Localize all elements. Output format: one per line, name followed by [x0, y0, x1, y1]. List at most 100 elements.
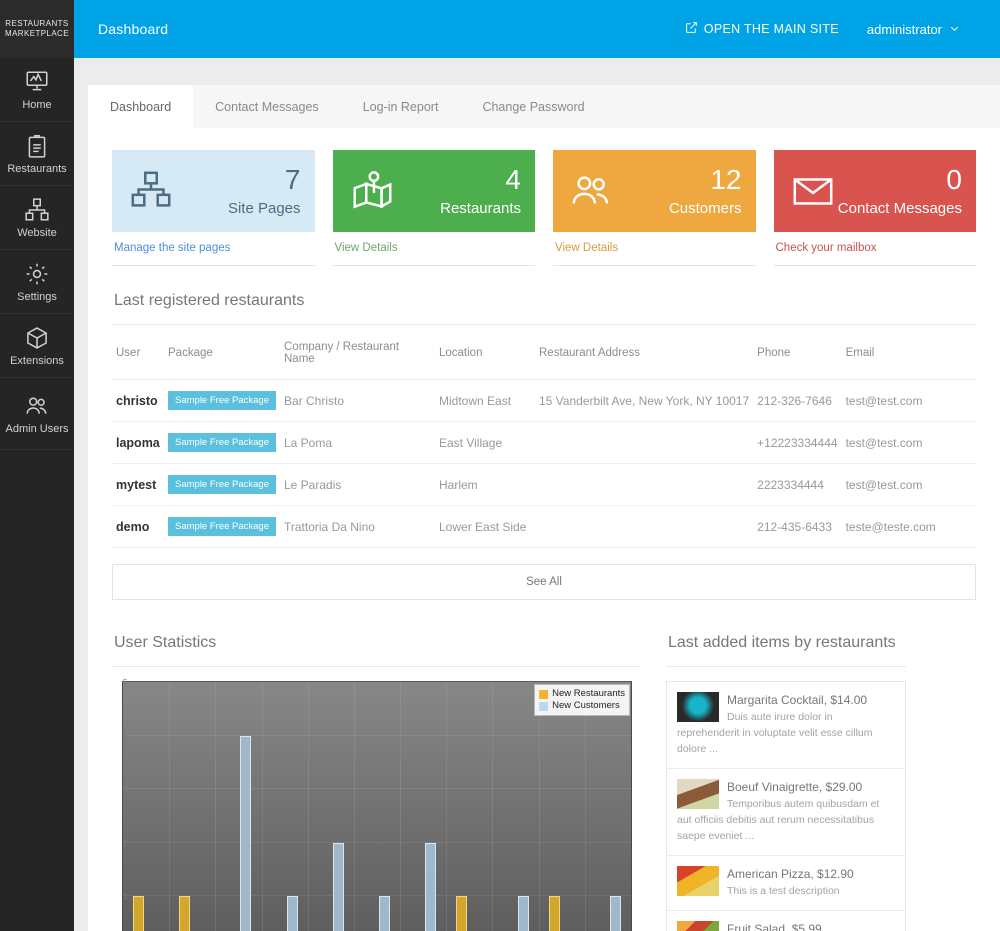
chevron-down-icon [949, 22, 960, 37]
cell-location: Midtown East [435, 379, 535, 422]
restaurants-section-title: Last registered restaurants [112, 266, 976, 325]
sidebar-label-admin-users: Admin Users [5, 422, 69, 435]
chart-bar[interactable] [179, 896, 191, 931]
table-header-row: User Package Company / Restaurant Name L… [112, 325, 976, 380]
package-badge: Sample Free Package [168, 433, 276, 452]
col-phone: Phone [753, 325, 842, 380]
chart-bar[interactable] [133, 896, 145, 931]
chart-bar[interactable] [240, 735, 252, 931]
cell-location: Harlem [435, 463, 535, 506]
stat-card-contact-messages[interactable]: 0 Contact Messages Check your mailbox [773, 150, 976, 266]
open-main-site-link[interactable]: OPEN THE MAIN SITE [685, 21, 839, 37]
tab-dashboard[interactable]: Dashboard [88, 85, 194, 128]
chart-y-tick-label: 4 [123, 731, 128, 741]
stat-card-site-pages-link[interactable]: Manage the site pages [112, 232, 315, 266]
chart-bar[interactable] [379, 896, 390, 931]
chart-gridline-horizontal [123, 734, 631, 736]
chart-gridline-vertical [538, 682, 540, 931]
sidebar-item-home[interactable]: Home [0, 58, 74, 122]
sidebar-label-extensions: Extensions [10, 354, 64, 367]
gear-icon [24, 261, 50, 287]
stat-value: 4 [505, 164, 521, 195]
stat-card-restaurants-values: 4 Restaurants [440, 164, 521, 217]
stat-card-customers-link[interactable]: View Details [553, 232, 756, 266]
panel-body: 7 Site Pages Manage the site pages 4 Res… [88, 128, 1000, 931]
user-statistics-chart[interactable]: New Restaurants New Customers 1 2 3 4 5 [112, 678, 632, 931]
list-item[interactable]: American Pizza, $12.90 This is a test de… [667, 856, 905, 911]
col-address: Restaurant Address [535, 325, 754, 380]
envelope-icon [788, 168, 838, 214]
user-menu[interactable]: administrator [867, 22, 960, 37]
legend-entry-new-restaurants: New Restaurants [539, 688, 625, 700]
sidebar-item-settings[interactable]: Settings [0, 250, 74, 314]
legend-swatch-icon [539, 701, 549, 711]
sidebar-item-restaurants[interactable]: Restaurants [0, 122, 74, 186]
table-row[interactable]: christo Sample Free Package Bar Christo … [112, 379, 976, 422]
chart-gridline-vertical [261, 682, 263, 931]
see-all-button[interactable]: See All [112, 564, 976, 600]
cube-icon [24, 325, 50, 351]
chart-bar[interactable] [517, 896, 529, 931]
cell-user: christo [112, 379, 164, 422]
tab-change-password[interactable]: Change Password [460, 85, 606, 128]
sitemap-icon [126, 168, 176, 214]
chart-gridline-vertical [446, 682, 448, 931]
cell-phone: 2223334444 [753, 463, 842, 506]
stat-card-restaurants-link[interactable]: View Details [332, 232, 535, 266]
sidebar-item-website[interactable]: Website [0, 186, 74, 250]
chart-plot-area: New Restaurants New Customers 1 2 3 4 5 [122, 678, 632, 931]
topbar: Dashboard OPEN THE MAIN SITE administrat… [74, 0, 1000, 58]
chart-y-tick-label: 3 [123, 785, 128, 795]
tab-contact-messages[interactable]: Contact Messages [193, 85, 341, 128]
cell-company: Le Paradis [280, 463, 435, 506]
stat-value: 12 [710, 164, 742, 195]
stat-card-customers[interactable]: 12 Customers View Details [553, 150, 756, 266]
table-row[interactable]: mytest Sample Free Package Le Paradis Ha… [112, 463, 976, 506]
cell-company: Bar Christo [280, 379, 435, 422]
chart-bar[interactable] [332, 842, 344, 931]
table-row[interactable]: demo Sample Free Package Trattoria Da Ni… [112, 505, 976, 548]
table-row[interactable]: lapoma Sample Free Package La Poma East … [112, 421, 976, 464]
chart-y-tick-label: 5 [123, 678, 128, 687]
tab-login-report[interactable]: Log-in Report [341, 85, 461, 128]
cell-phone: 212-326-7646 [753, 379, 842, 422]
chart-bar[interactable] [456, 896, 468, 931]
users-icon [567, 168, 617, 214]
sidebar-item-admin-users[interactable]: Admin Users [0, 378, 74, 450]
list-item[interactable]: Margarita Cocktail, $14.00 Duis aute iru… [667, 682, 905, 769]
chart-bar[interactable] [609, 896, 621, 931]
stat-value: 7 [284, 164, 301, 195]
dashboard-panel: Dashboard Contact Messages Log-in Report… [88, 85, 1000, 931]
cell-user: mytest [112, 463, 164, 506]
chart-bar[interactable] [425, 842, 437, 931]
chart-gridline-vertical [492, 682, 494, 931]
cell-address [535, 463, 754, 506]
lower-split: User Statistics New Restaurants New Cust… [112, 600, 976, 931]
legend-label: New Restaurants [552, 688, 625, 699]
item-thumbnail [677, 866, 719, 896]
stat-card-site-pages-values: 7 Site Pages [228, 164, 301, 217]
sidebar-item-extensions[interactable]: Extensions [0, 314, 74, 378]
restaurants-table-body: christo Sample Free Package Bar Christo … [112, 379, 976, 548]
stat-card-site-pages[interactable]: 7 Site Pages Manage the site pages [112, 150, 315, 266]
brand-logo[interactable]: RESTAURANTS MARKETPLACE [0, 0, 74, 58]
sidebar: RESTAURANTS MARKETPLACE Home Restaurants… [0, 0, 74, 931]
chart-bar[interactable] [548, 896, 560, 931]
chart-bar[interactable] [286, 896, 298, 931]
tab-dashboard-label: Dashboard [110, 99, 172, 114]
brand-line-2: MARKETPLACE [5, 29, 69, 38]
cell-address [535, 505, 754, 548]
stat-card-restaurants[interactable]: 4 Restaurants View Details [332, 150, 535, 266]
cell-email: test@test.com [841, 421, 976, 464]
chart-gridline-horizontal [123, 841, 631, 843]
sidebar-label-home: Home [22, 98, 52, 111]
cell-location: Lower East Side [435, 505, 535, 548]
stat-card-contact-messages-link[interactable]: Check your mailbox [773, 232, 976, 266]
cell-package: Sample Free Package [164, 505, 280, 548]
col-email: Email [841, 325, 976, 380]
list-item[interactable]: Fruit Salad, $5.99 [667, 911, 905, 931]
chart-gridline-horizontal [123, 788, 631, 790]
stat-card-site-pages-top: 7 Site Pages [112, 150, 315, 232]
list-item[interactable]: Boeuf Vinaigrette, $29.00 Temporibus aut… [667, 769, 905, 856]
stat-card-customers-top: 12 Customers [553, 150, 756, 232]
